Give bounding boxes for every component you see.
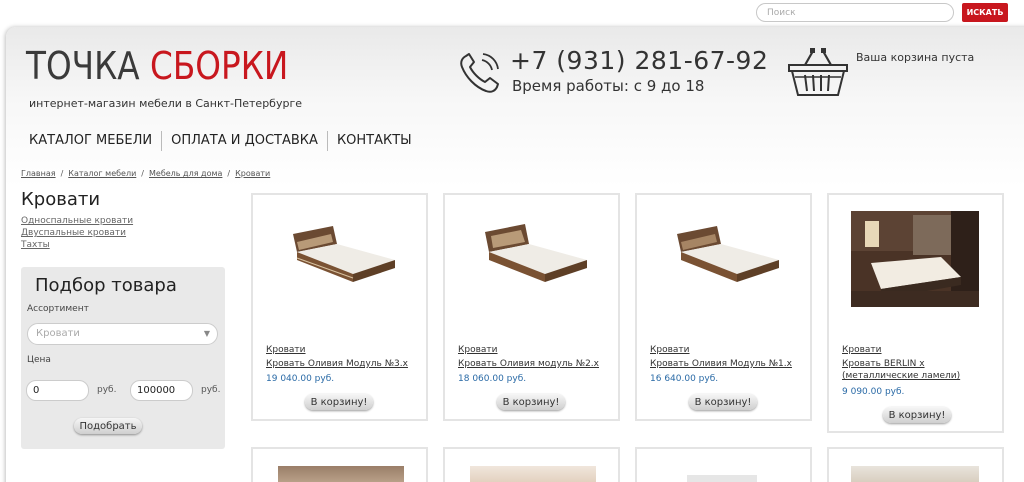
product-card <box>443 447 620 482</box>
product-image[interactable] <box>278 466 404 482</box>
product-card <box>635 447 812 482</box>
breadcrumb-home-furniture[interactable]: Мебель для дома <box>149 169 222 178</box>
bed-image <box>293 226 395 282</box>
chevron-down-icon: ▼ <box>203 329 210 338</box>
add-to-cart-button[interactable]: В корзину! <box>305 394 373 410</box>
product-card <box>827 447 1004 482</box>
product-card: Кровати Кровать BERLIN x (металлические … <box>827 193 1004 433</box>
bedroom-photo <box>851 211 979 307</box>
cart-status[interactable]: Ваша корзина пуста <box>856 51 974 64</box>
product-image[interactable] <box>687 475 757 482</box>
add-to-cart-button[interactable]: В корзину! <box>883 407 951 423</box>
bed-image <box>485 224 587 282</box>
product-category-link[interactable]: Кровати <box>458 345 498 355</box>
product-image[interactable] <box>649 207 799 303</box>
subcategory-double-beds[interactable]: Двуспальные кровати <box>21 227 133 239</box>
product-name-link[interactable]: Кровать BERLIN x (металлические ламели) <box>842 358 997 382</box>
product-price: 9 090.00 руб. <box>842 387 905 397</box>
assortment-value: Кровати <box>36 328 80 339</box>
assortment-select[interactable]: Кровати ▼ <box>27 323 218 345</box>
subcategory-list: Односпальные кровати Двуспальные кровати… <box>21 215 133 251</box>
phone-number[interactable]: +7 (931) 281-67-92 <box>510 46 768 75</box>
site-tagline: интернет-магазин мебели в Санкт-Петербур… <box>29 97 303 110</box>
product-category-link[interactable]: Кровати <box>842 345 882 355</box>
nav-payment-delivery[interactable]: Оплата и доставка <box>161 131 327 151</box>
product-name-link[interactable]: Кровать Оливия модуль №2.x <box>458 358 613 370</box>
bed-image <box>677 226 779 282</box>
product-name-link[interactable]: Кровать Оливия Модуль №1.x <box>650 358 805 370</box>
add-to-cart-button[interactable]: В корзину! <box>689 394 757 410</box>
nav-catalog[interactable]: Каталог мебели <box>20 131 161 151</box>
product-filter: Подбор товара Ассортимент Кровати ▼ Цена… <box>21 267 225 449</box>
subcategory-ottomans[interactable]: Тахты <box>21 239 133 251</box>
filter-title: Подбор товара <box>35 275 177 296</box>
search-input[interactable] <box>756 3 954 22</box>
currency-label-from: руб. <box>97 385 117 395</box>
top-search-bar: искать <box>0 0 1024 28</box>
page-title: Кровати <box>21 189 101 210</box>
add-to-cart-button[interactable]: В корзину! <box>497 394 565 410</box>
product-image[interactable] <box>851 466 979 482</box>
product-card <box>251 447 428 482</box>
phone-icon <box>460 53 499 93</box>
main-nav: Каталог мебели Оплата и доставка Контакт… <box>20 130 421 152</box>
basket-icon[interactable] <box>785 45 851 99</box>
product-category-link[interactable]: Кровати <box>266 345 306 355</box>
product-card: Кровати Кровать Оливия Модуль №3.x 19 04… <box>251 193 428 421</box>
product-card: Кровати Кровать Оливия модуль №2.x 18 06… <box>443 193 620 421</box>
price-label: Цена <box>27 355 51 365</box>
product-price: 18 060.00 руб. <box>458 374 527 384</box>
filter-submit-button[interactable]: Подобрать <box>74 418 142 434</box>
working-hours: Время работы: с 9 до 18 <box>512 77 705 95</box>
product-price: 19 040.00 руб. <box>266 374 335 384</box>
breadcrumb: Главная / Каталог мебели / Мебель для дома… <box>21 169 271 178</box>
logo-part-1: ТОЧКА <box>26 44 140 88</box>
price-from-input[interactable]: 0 <box>26 380 89 401</box>
breadcrumb-home[interactable]: Главная <box>21 169 56 178</box>
site-logo[interactable]: ТОЧКА СБОРКИ <box>26 47 288 85</box>
nav-contacts[interactable]: Контакты <box>326 131 421 151</box>
logo-part-2: СБОРКИ <box>150 44 289 88</box>
product-image[interactable] <box>851 211 979 307</box>
product-price: 16 640.00 руб. <box>650 374 719 384</box>
product-category-link[interactable]: Кровати <box>650 345 690 355</box>
assortment-label: Ассортимент <box>27 304 89 314</box>
product-card: Кровати Кровать Оливия Модуль №1.x 16 64… <box>635 193 812 421</box>
price-to-input[interactable]: 100000 <box>130 380 193 401</box>
product-image[interactable] <box>457 207 607 303</box>
breadcrumb-beds[interactable]: Кровати <box>235 169 270 178</box>
product-image[interactable] <box>470 466 596 482</box>
product-image[interactable] <box>265 207 415 303</box>
subcategory-single-beds[interactable]: Односпальные кровати <box>21 215 133 227</box>
product-name-link[interactable]: Кровать Оливия Модуль №3.x <box>266 358 421 370</box>
breadcrumb-catalog[interactable]: Каталог мебели <box>68 169 136 178</box>
currency-label-to: руб. <box>201 385 221 395</box>
search-button[interactable]: искать <box>962 3 1008 22</box>
